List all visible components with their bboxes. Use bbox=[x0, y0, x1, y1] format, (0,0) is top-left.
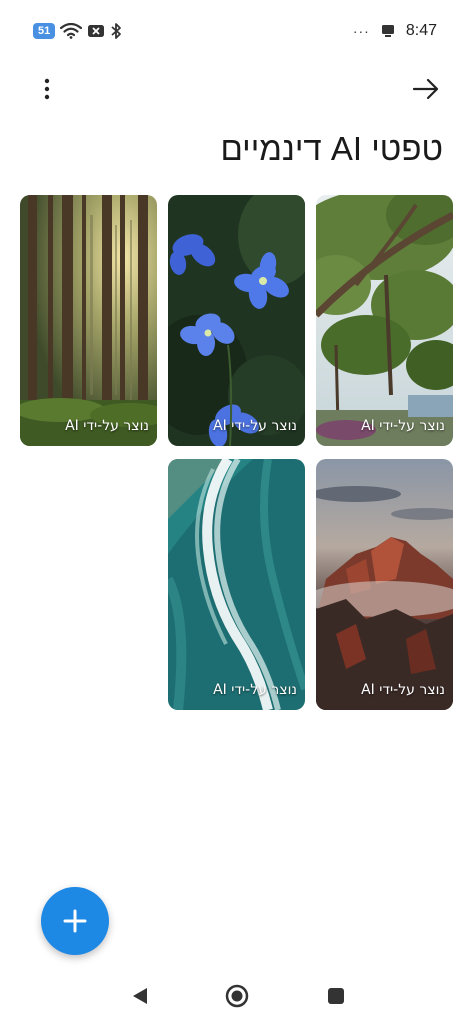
system-nav-bar bbox=[0, 968, 473, 1024]
forest-image bbox=[20, 195, 157, 446]
wallpaper-card-flowers[interactable]: נוצר על-ידי AI bbox=[168, 195, 305, 446]
back-button[interactable] bbox=[409, 72, 443, 106]
ai-generated-label: נוצר על-ידי AI bbox=[361, 682, 445, 698]
circle-home-icon bbox=[225, 984, 249, 1008]
status-right: ··· 8:47 bbox=[353, 20, 437, 42]
status-left: 51 bbox=[33, 20, 122, 42]
status-overflow: ··· bbox=[352, 23, 370, 39]
status-time: 8:47 bbox=[405, 22, 437, 39]
ai-generated-label: נוצר על-ידי AI bbox=[213, 682, 297, 698]
ai-generated-label: נוצר על-ידי AI bbox=[361, 418, 445, 434]
mountain-image bbox=[316, 459, 453, 710]
notification-off-icon bbox=[88, 25, 105, 37]
signal-badge: 51 bbox=[33, 23, 56, 39]
wallpaper-card-mountain[interactable]: נוצר על-ידי AI bbox=[316, 459, 453, 710]
nav-home-button[interactable] bbox=[224, 983, 250, 1009]
arrow-forward-icon bbox=[412, 78, 439, 100]
status-bar: 51 ··· 8:47 bbox=[0, 0, 473, 62]
more-vert-icon bbox=[44, 78, 50, 100]
tree-image bbox=[316, 195, 453, 446]
square-recent-icon bbox=[328, 988, 344, 1004]
page-title: טפטי AI דינמיים bbox=[220, 130, 443, 167]
wifi-icon bbox=[60, 23, 83, 39]
flowers-image bbox=[168, 195, 305, 446]
ocean-image bbox=[168, 459, 305, 710]
wallpaper-card-forest[interactable]: נוצר על-ידי AI bbox=[20, 195, 157, 446]
nav-recent-button[interactable] bbox=[324, 984, 348, 1008]
ai-generated-label: נוצר על-ידי AI bbox=[65, 418, 149, 434]
wallpaper-card-ocean[interactable]: נוצר על-ידי AI bbox=[168, 459, 305, 710]
more-options-button[interactable] bbox=[30, 72, 64, 106]
ai-generated-label: נוצר על-ידי AI bbox=[213, 418, 297, 434]
cast-icon bbox=[381, 25, 394, 37]
add-wallpaper-button[interactable] bbox=[41, 887, 109, 955]
wallpaper-card-tree[interactable]: נוצר על-ידי AI bbox=[316, 195, 453, 446]
nav-back-button[interactable] bbox=[128, 984, 152, 1008]
triangle-back-icon bbox=[133, 988, 147, 1004]
bluetooth-icon bbox=[111, 23, 122, 39]
plus-icon bbox=[63, 909, 87, 933]
